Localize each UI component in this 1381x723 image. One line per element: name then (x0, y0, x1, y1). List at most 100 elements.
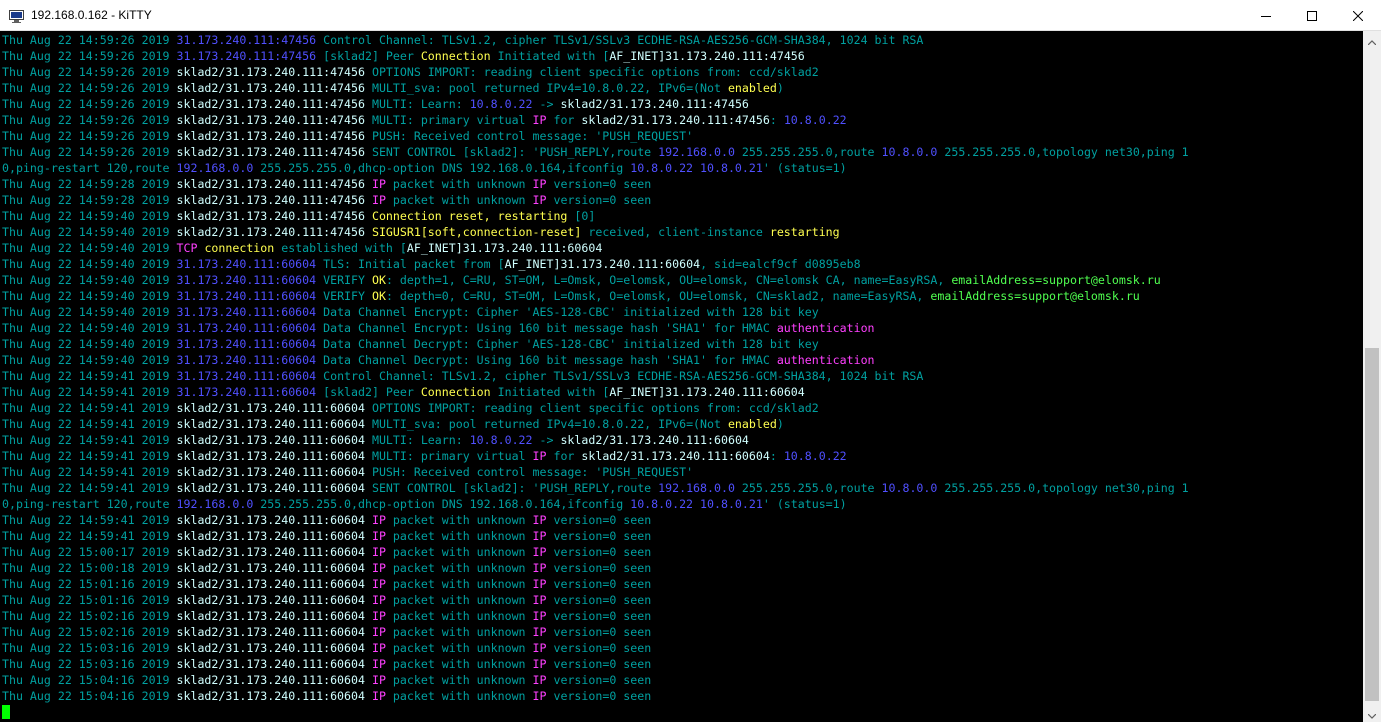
terminal-text-segment: [0] (567, 209, 596, 223)
terminal-text-segment: MULTI: primary virtual (364, 113, 533, 127)
terminal-text-segment: packet with unknown (385, 513, 533, 527)
terminal-text-segment: : (769, 113, 784, 127)
maximize-button[interactable] (1289, 0, 1335, 31)
terminal-line: Thu Aug 22 14:59:28 2019 sklad2/31.173.2… (2, 192, 651, 208)
close-button[interactable] (1335, 0, 1381, 31)
terminal-text-segment: IP (371, 513, 386, 527)
terminal-line: Thu Aug 22 14:59:41 2019 31.173.240.111:… (2, 368, 923, 384)
terminal-text-segment: Data Channel Encrypt: Cipher 'AES-128-CB… (316, 305, 819, 319)
terminal-text-segment: sklad2/31.173.240.111:60604 (176, 417, 365, 431)
terminal-text-segment: 255.255.255.0,route (734, 145, 882, 159)
terminal-text-segment: TLS: Initial packet from [ (316, 257, 505, 271)
terminal-text-segment: sklad2/31.173.240.111:47456 (176, 225, 365, 239)
terminal-text-segment: IP (371, 625, 386, 639)
terminal-line: Thu Aug 22 14:59:40 2019 31.173.240.111:… (2, 336, 819, 352)
terminal-text-segment: enabled (727, 417, 777, 431)
terminal-text-segment: Connection (420, 385, 491, 399)
terminal-text-segment: VERIFY (316, 273, 372, 287)
terminal-text-segment: version=0 seen (546, 577, 652, 591)
terminal-text-segment: Initiated with [ (490, 49, 610, 63)
terminal-text-segment: 0,ping-restart 120,route (2, 161, 177, 175)
terminal-line: Thu Aug 22 14:59:26 2019 sklad2/31.173.2… (2, 96, 749, 112)
terminal-text-segment: Thu Aug 22 14:59:40 2019 (2, 209, 177, 223)
terminal-text-segment: IP (532, 609, 547, 623)
terminal-text-segment: IP (371, 545, 386, 559)
terminal-text-segment: Connection (420, 49, 491, 63)
terminal-line: Thu Aug 22 15:00:17 2019 sklad2/31.173.2… (2, 544, 651, 560)
terminal-text-segment: version=0 seen (546, 529, 652, 543)
terminal-text-segment: packet with unknown (385, 657, 533, 671)
scrollbar-thumb[interactable] (1365, 348, 1379, 701)
terminal-text-segment: sklad2/31.173.240.111:60604 (560, 433, 749, 447)
terminal-text-segment: sklad2/31.173.240.111:47456 (176, 177, 365, 191)
terminal-text-segment: Thu Aug 22 14:59:40 2019 (2, 225, 177, 239)
terminal-text-segment: 31.173.240.111:60604 (176, 289, 317, 303)
terminal-text-segment: IP (532, 641, 547, 655)
terminal-text-segment: -> (532, 433, 561, 447)
terminal-text-segment: ' (status=1) (762, 497, 847, 511)
terminal-output[interactable]: Thu Aug 22 14:59:26 2019 31.173.240.111:… (0, 31, 1363, 722)
terminal-line: Thu Aug 22 14:59:40 2019 31.173.240.111:… (2, 272, 1161, 288)
terminal-text-segment: Thu Aug 22 15:04:16 2019 (2, 689, 177, 703)
terminal-text-segment: sklad2/31.173.240.111:60604 (176, 641, 365, 655)
terminal-text-segment: 255.255.255.0,topology net30,ping 1 (937, 481, 1189, 495)
terminal-line: Thu Aug 22 14:59:40 2019 31.173.240.111:… (2, 352, 875, 368)
terminal-text-segment: version=0 seen (546, 609, 652, 623)
title-bar[interactable]: 192.168.0.162 - KiTTY (0, 0, 1381, 31)
terminal-text-segment: Thu Aug 22 14:59:41 2019 (2, 433, 177, 447)
terminal-line: Thu Aug 22 14:59:41 2019 sklad2/31.173.2… (2, 528, 651, 544)
terminal-text-segment: version=0 seen (546, 641, 652, 655)
terminal-text-segment: 31.173.240.111:47456 (176, 33, 317, 47)
terminal-text-segment: Thu Aug 22 14:59:26 2019 (2, 65, 177, 79)
terminal-text-segment: packet with unknown (385, 593, 533, 607)
terminal-text-segment: AF_INET (504, 257, 554, 271)
terminal-text-segment: Thu Aug 22 14:59:41 2019 (2, 513, 177, 527)
terminal-text-segment: IP (532, 513, 547, 527)
terminal-text-segment: Thu Aug 22 14:59:26 2019 (2, 97, 177, 111)
terminal-text-segment: Thu Aug 22 15:01:16 2019 (2, 593, 177, 607)
terminal-text-segment: IP (371, 529, 386, 543)
terminal-text-segment: IP (532, 689, 547, 703)
vertical-scrollbar[interactable] (1363, 31, 1381, 722)
scroll-up-button[interactable] (1363, 31, 1381, 48)
terminal-text-segment: IP (371, 641, 386, 655)
terminal-text-segment: Control Channel: TLSv1.2, cipher TLSv1/S… (316, 369, 924, 383)
minimize-button[interactable] (1243, 0, 1289, 31)
terminal-text-segment: 10.8.0.21 (700, 497, 763, 511)
terminal-text-segment: established with [ (274, 241, 407, 255)
terminal-text-segment: -> (532, 97, 561, 111)
terminal-text-segment: IP (532, 193, 547, 207)
terminal-text-segment: packet with unknown (385, 577, 533, 591)
terminal-text-segment: Initiated with [ (490, 385, 610, 399)
terminal-text-segment: Thu Aug 22 14:59:40 2019 (2, 257, 177, 271)
terminal-text-segment: Thu Aug 22 14:59:41 2019 (2, 417, 177, 431)
terminal-text-segment: version=0 seen (546, 561, 652, 575)
terminal-text-segment: 31.173.240.111:60604 (176, 385, 317, 399)
terminal-text-segment: sklad2/31.173.240.111:47456 (176, 65, 365, 79)
arrow-down-icon (1367, 704, 1377, 723)
terminal-line: Thu Aug 22 14:59:40 2019 31.173.240.111:… (2, 288, 1140, 304)
terminal-text-segment: 31.173.240.111:60604 (176, 305, 317, 319)
terminal-text-segment: IP (532, 177, 547, 191)
terminal-text-segment: authentication (776, 321, 875, 335)
terminal-text-segment: Connection reset, (371, 209, 498, 223)
terminal-line: Thu Aug 22 14:59:41 2019 sklad2/31.173.2… (2, 512, 651, 528)
scroll-down-button[interactable] (1363, 705, 1381, 722)
terminal-text-segment: 0,ping-restart 120,route (2, 497, 177, 511)
terminal-text-segment: packet with unknown (385, 641, 533, 655)
terminal-text-segment: IP (532, 449, 547, 463)
terminal-text-segment: Thu Aug 22 15:01:16 2019 (2, 577, 177, 591)
terminal-text-segment: 31.173.240.111:60604 (176, 353, 317, 367)
terminal-text-segment: 10.8.0.22 (630, 497, 694, 511)
terminal-text-segment: IP (532, 113, 547, 127)
terminal-text-segment: sklad2/31.173.240.111:60604 (176, 561, 365, 575)
